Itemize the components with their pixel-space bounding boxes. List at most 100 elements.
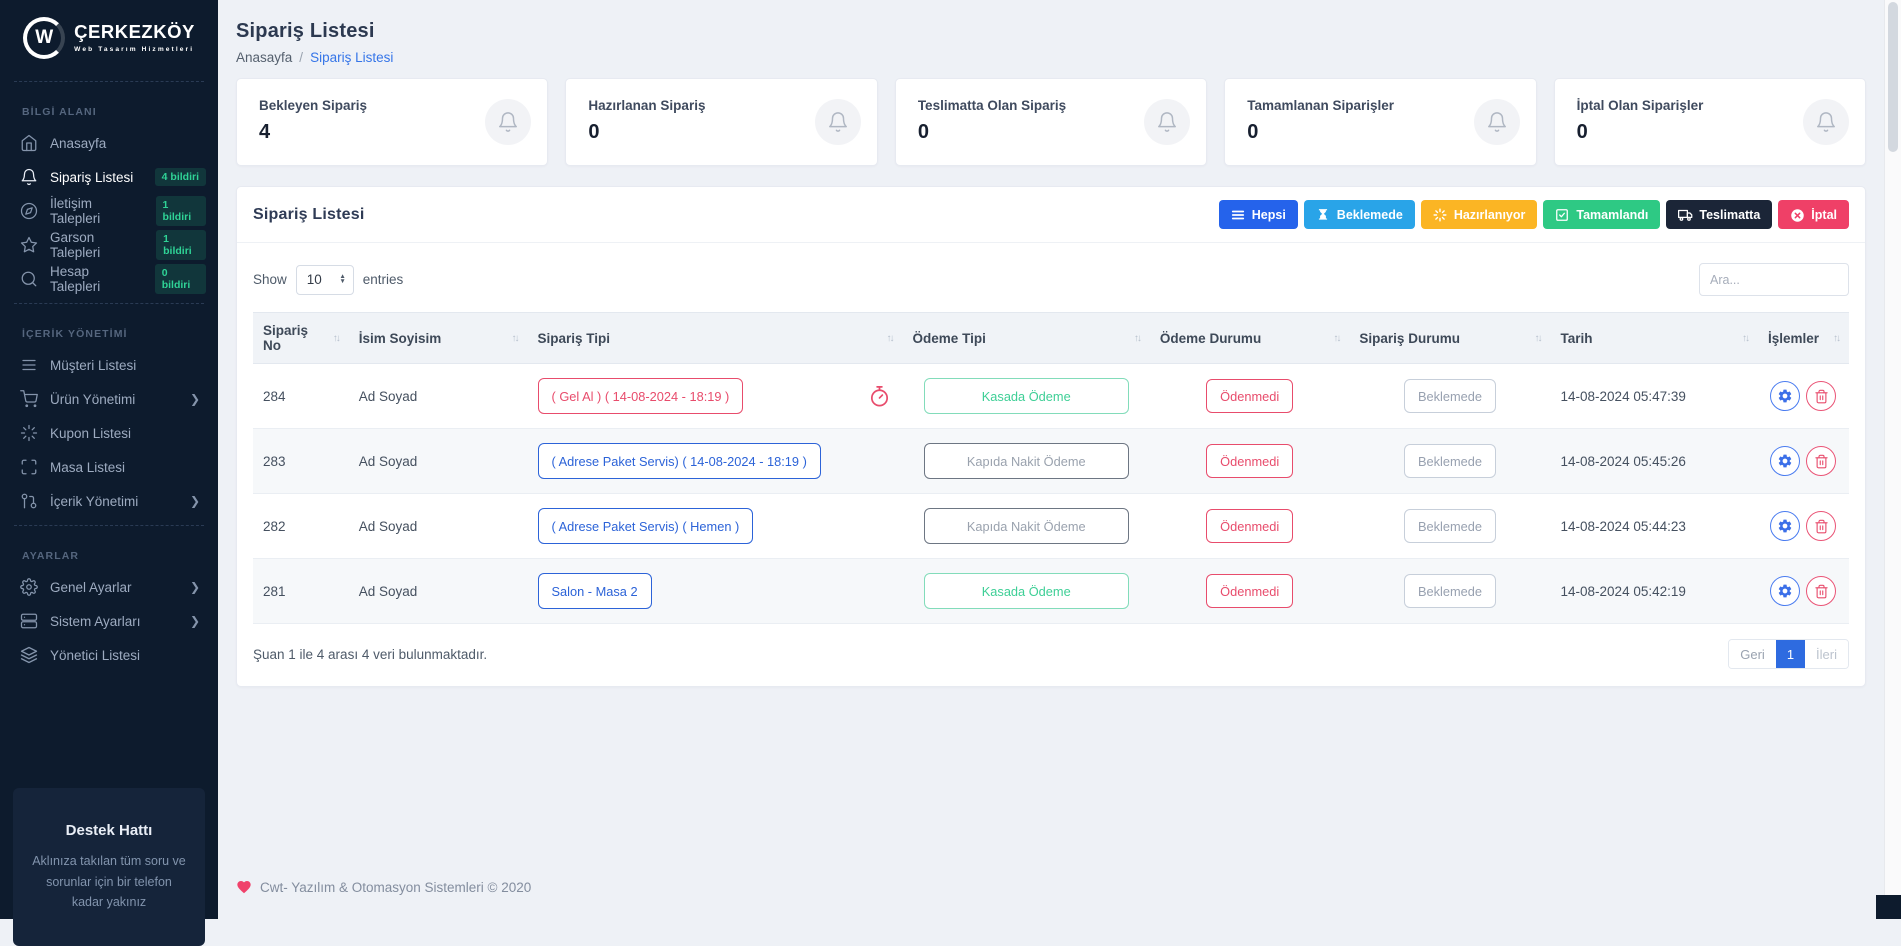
col-siparis-tipi[interactable]: Sipariş Tipi↑↓ (528, 313, 903, 364)
filter-teslimatta-button[interactable]: Teslimatta (1666, 200, 1772, 229)
filter-beklemede-button[interactable]: Beklemede (1304, 200, 1415, 229)
support-text: Aklınıza takılan tüm soru ve sorunlar iç… (29, 851, 189, 913)
entries-select[interactable]: 10 ▲▼ (296, 265, 354, 295)
filter-hazirlaniyor-button[interactable]: Hazırlanıyor (1421, 200, 1538, 229)
filter-tamamlandi-button[interactable]: Tamamlandı (1543, 200, 1660, 229)
delete-action-button[interactable] (1806, 381, 1836, 411)
column-label: İsim Soyisim (359, 331, 442, 346)
sidebar-item-masa-listesi[interactable]: Masa Listesi (0, 450, 218, 484)
payment-type-button[interactable]: Kasada Ödeme (924, 573, 1129, 609)
sidebar-item-label: Genel Ayarlar (50, 580, 132, 595)
pagination-next[interactable]: İleri (1805, 640, 1848, 668)
payment-type-button[interactable]: Kapıda Nakit Ödeme (924, 508, 1129, 544)
payment-type-button[interactable]: Kapıda Nakit Ödeme (924, 443, 1129, 479)
filter-hepsi-button[interactable]: Hepsi (1219, 200, 1298, 229)
menu-icon (1231, 208, 1245, 222)
filter-iptal-button[interactable]: İptal (1778, 200, 1849, 229)
check-square-icon (1555, 208, 1569, 222)
col-tarih[interactable]: Tarih↑↓ (1551, 313, 1758, 364)
sidebar-item-label: İçerik Yönetimi (50, 494, 138, 509)
order-list-panel: Sipariş Listesi Hepsi Beklemede Hazırlan… (236, 186, 1866, 687)
col-siparis-no[interactable]: Sipariş No↑↓ (253, 313, 349, 364)
chevron-right-icon: ❯ (190, 494, 206, 508)
breadcrumb-home[interactable]: Anasayfa (236, 50, 292, 65)
table-row: 281 Ad Soyad Salon - Masa 2 Kasada Ödeme… (253, 559, 1849, 624)
customer-name: Ad Soyad (349, 364, 528, 429)
col-isim-soyisim[interactable]: İsim Soyisim ↑↓ (349, 313, 528, 364)
copyright-text: Cwt- Yazılım & Otomasyon Sistemleri © 20… (260, 880, 531, 895)
sidebar-item-genel-ayarlar[interactable]: Genel Ayarlar ❯ (0, 570, 218, 604)
order-status-button[interactable]: Beklemede (1404, 509, 1496, 543)
sidebar-item-urun-yonetimi[interactable]: Ürün Yönetimi ❯ (0, 382, 218, 416)
sidebar-item-yonetici-listesi[interactable]: Yönetici Listesi (0, 638, 218, 672)
settings-action-button[interactable] (1770, 446, 1800, 476)
page-scrollbar (1884, 0, 1901, 919)
search-icon (20, 270, 38, 288)
search-input[interactable] (1699, 263, 1849, 296)
order-status-button[interactable]: Beklemede (1404, 574, 1496, 608)
filter-label: Tamamlandı (1576, 208, 1648, 222)
order-type-button[interactable]: Salon - Masa 2 (538, 573, 652, 609)
bell-icon (1803, 99, 1849, 145)
table-footer: Şuan 1 ile 4 arası 4 veri bulunmaktadır.… (253, 624, 1849, 686)
col-siparis-durumu[interactable]: Sipariş Durumu↑↓ (1349, 313, 1550, 364)
pagination-page-1[interactable]: 1 (1776, 640, 1805, 668)
order-status-button[interactable]: Beklemede (1404, 444, 1496, 478)
delete-action-button[interactable] (1806, 511, 1836, 541)
scrollbar-thumb[interactable] (1888, 2, 1898, 152)
sidebar-item-garson-talepleri[interactable]: Garson Talepleri 1 bildiri (0, 228, 218, 262)
sidebar-item-label: Müşteri Listesi (50, 358, 136, 373)
support-title: Destek Hattı (29, 822, 189, 839)
sidebar-item-siparis-listesi[interactable]: Sipariş Listesi 4 bildiri (0, 160, 218, 194)
sidebar-item-icerik-yonetimi[interactable]: İçerik Yönetimi ❯ (0, 484, 218, 518)
brand-logo[interactable]: W ÇERKEZKÖY Web Tasarım Hizmetleri (0, 0, 218, 74)
filter-label: Beklemede (1337, 208, 1403, 222)
notification-badge: 1 bildiri (156, 230, 206, 260)
settings-action-button[interactable] (1770, 576, 1800, 606)
sidebar-item-musteri-listesi[interactable]: Müşteri Listesi (0, 348, 218, 382)
sidebar-item-anasayfa[interactable]: Anasayfa (0, 126, 218, 160)
order-date: 14-08-2024 05:44:23 (1551, 494, 1758, 559)
sidebar-item-label: Hesap Talepleri (50, 264, 143, 294)
order-type-button[interactable]: ( Adrese Paket Servis) ( Hemen ) (538, 508, 754, 544)
stat-label: Teslimatta Olan Sipariş (918, 98, 1184, 113)
breadcrumb-current: Sipariş Listesi (310, 50, 393, 65)
sidebar-item-label: Sipariş Listesi (50, 170, 133, 185)
col-odeme-tipi[interactable]: Ödeme Tipi↑↓ (903, 313, 1150, 364)
sidebar-item-kupon-listesi[interactable]: Kupon Listesi (0, 416, 218, 450)
cart-icon (20, 390, 38, 408)
page-title: Sipariş Listesi (236, 20, 1866, 43)
payment-status-button[interactable]: Ödenmedi (1206, 444, 1293, 478)
sort-icon: ↑↓ (508, 333, 518, 344)
settings-action-button[interactable] (1770, 511, 1800, 541)
payment-status-button[interactable]: Ödenmedi (1206, 379, 1293, 413)
sidebar-divider (14, 303, 204, 304)
page-footer: Cwt- Yazılım & Otomasyon Sistemleri © 20… (236, 879, 531, 895)
server-icon (20, 612, 38, 630)
loader-icon (20, 424, 38, 442)
sidebar-item-sistem-ayarlari[interactable]: Sistem Ayarları ❯ (0, 604, 218, 638)
payment-type-button[interactable]: Kasada Ödeme (924, 378, 1129, 414)
order-no: 283 (253, 429, 349, 494)
sidebar-item-label: İletişim Talepleri (50, 196, 144, 226)
sidebar-item-iletisim-talepleri[interactable]: İletişim Talepleri 1 bildiri (0, 194, 218, 228)
x-circle-icon (1790, 208, 1804, 222)
column-label: Sipariş Durumu (1359, 331, 1460, 346)
payment-status-button[interactable]: Ödenmedi (1206, 509, 1293, 543)
order-status-button[interactable]: Beklemede (1404, 379, 1496, 413)
sidebar-item-label: Kupon Listesi (50, 426, 131, 441)
col-odeme-durumu[interactable]: Ödeme Durumu↑↓ (1150, 313, 1350, 364)
settings-action-button[interactable] (1770, 381, 1800, 411)
order-type-button[interactable]: ( Gel Al ) ( 14-08-2024 - 18:19 ) (538, 378, 744, 414)
col-islemler[interactable]: İşlemler↑↓ (1758, 313, 1849, 364)
pagination-prev[interactable]: Geri (1729, 640, 1776, 668)
chevron-right-icon: ❯ (190, 580, 206, 594)
panel-header: Sipariş Listesi Hepsi Beklemede Hazırlan… (237, 187, 1865, 243)
bell-icon (20, 168, 38, 186)
filter-label: Hazırlanıyor (1454, 208, 1526, 222)
sidebar-item-hesap-talepleri[interactable]: Hesap Talepleri 0 bildiri (0, 262, 218, 296)
order-type-button[interactable]: ( Adrese Paket Servis) ( 14-08-2024 - 18… (538, 443, 821, 479)
delete-action-button[interactable] (1806, 576, 1836, 606)
delete-action-button[interactable] (1806, 446, 1836, 476)
payment-status-button[interactable]: Ödenmedi (1206, 574, 1293, 608)
